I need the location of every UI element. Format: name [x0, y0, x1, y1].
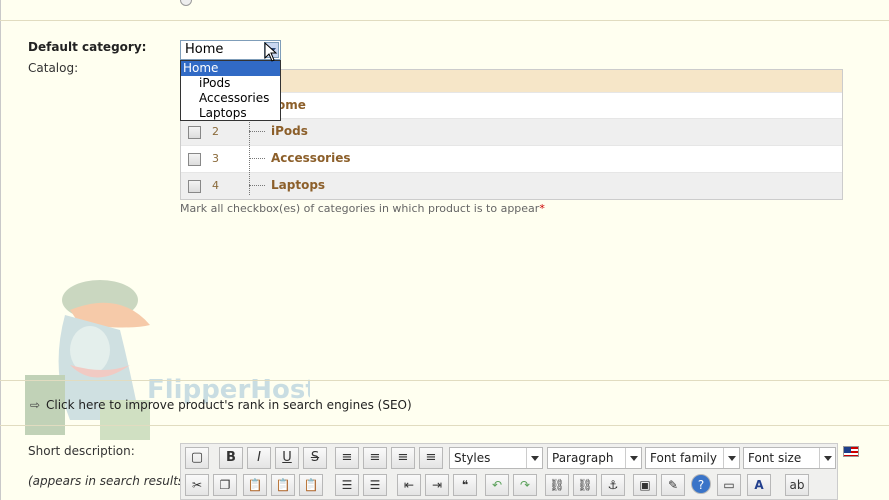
arrow-right-icon: ⇨	[30, 398, 41, 412]
underline-icon[interactable]: U	[275, 447, 299, 469]
blockquote-icon[interactable]: ❝	[453, 474, 477, 496]
bold-icon[interactable]: B	[219, 447, 243, 469]
strikethrough-icon[interactable]: S	[303, 447, 327, 469]
chevron-down-icon[interactable]	[819, 448, 835, 468]
default-category-label: Default category:	[28, 40, 147, 54]
category-id: 2	[212, 125, 219, 138]
image-icon[interactable]: ▣	[633, 474, 657, 496]
category-checkbox[interactable]	[188, 153, 201, 166]
dropdown-option-laptops[interactable]: Laptops	[181, 106, 280, 121]
new-document-icon[interactable]: ▢	[185, 447, 209, 469]
align-center-icon[interactable]: ≡	[363, 447, 387, 469]
category-name[interactable]: Laptops	[271, 178, 325, 192]
background-color-icon[interactable]: ab	[785, 474, 809, 496]
bullet-list-icon[interactable]: ☰	[335, 474, 359, 496]
category-checkbox[interactable]	[188, 180, 201, 193]
editor-toolbar: Styles Paragraph Font family Font size ▢…	[180, 443, 838, 500]
font-size-select[interactable]: Font size	[743, 447, 836, 469]
paragraph-select[interactable]: Paragraph	[547, 447, 642, 469]
category-id: 3	[212, 152, 219, 165]
text-color-icon[interactable]: A	[747, 474, 771, 496]
chevron-down-icon[interactable]	[625, 448, 641, 468]
catalog-label: Catalog:	[28, 61, 79, 75]
table-row: 3 Accessories	[181, 145, 842, 172]
unlink-icon[interactable]: ⛓	[573, 474, 597, 496]
dropdown-option-ipods[interactable]: iPods	[181, 76, 280, 91]
seo-link[interactable]: ⇨ Click here to improve product's rank in…	[30, 398, 412, 412]
align-right-icon[interactable]: ≡	[391, 447, 415, 469]
dropdown-option-accessories[interactable]: Accessories	[181, 91, 280, 106]
section-divider	[0, 425, 889, 426]
chevron-down-icon[interactable]	[526, 448, 542, 468]
tree-line	[249, 131, 265, 132]
tree-line	[249, 185, 265, 186]
cleanup-icon[interactable]: ✎	[661, 474, 685, 496]
flipperhost-watermark-logo: FlipperHost	[25, 280, 310, 440]
undo-icon[interactable]: ↶	[485, 474, 509, 496]
table-row: 4 Laptops	[181, 172, 842, 199]
copy-icon[interactable]: ❐	[213, 474, 237, 496]
table-row: 2 iPods	[181, 118, 842, 145]
section-divider	[0, 380, 889, 381]
align-justify-icon[interactable]: ≡	[419, 447, 443, 469]
paste-text-icon[interactable]: 📋	[271, 474, 295, 496]
redo-icon[interactable]: ↷	[513, 474, 537, 496]
font-family-select[interactable]: Font family	[645, 447, 740, 469]
category-name[interactable]: iPods	[271, 124, 308, 138]
numbered-list-icon[interactable]: ☰	[363, 474, 387, 496]
indent-icon[interactable]: ⇥	[425, 474, 449, 496]
anchor-icon[interactable]: ⚓	[601, 474, 625, 496]
mouse-cursor-icon	[264, 42, 278, 62]
paste-word-icon[interactable]: 📋	[299, 474, 323, 496]
section-divider	[0, 20, 889, 21]
link-icon[interactable]: ⛓	[545, 474, 569, 496]
html-source-icon[interactable]: ▭	[717, 474, 741, 496]
chevron-down-icon[interactable]	[723, 448, 739, 468]
category-id: 4	[212, 179, 219, 192]
italic-icon[interactable]: I	[247, 447, 271, 469]
paste-icon[interactable]: 📋	[243, 474, 267, 496]
styles-select[interactable]: Styles	[449, 447, 543, 469]
selected-category: Home	[185, 42, 224, 57]
category-checkbox[interactable]	[188, 126, 201, 139]
short-description-sublabel: (appears in search results)	[28, 474, 189, 488]
help-icon[interactable]: ?	[691, 474, 711, 494]
tree-line	[249, 158, 265, 159]
language-flag-icon[interactable]	[843, 446, 859, 457]
category-dropdown-list[interactable]: Home iPods Accessories Laptops	[180, 60, 281, 121]
short-description-label: Short description:	[28, 444, 135, 458]
outdent-icon[interactable]: ⇤	[397, 474, 421, 496]
category-hint: Mark all checkbox(es) of categories in w…	[180, 202, 545, 215]
cut-icon[interactable]: ✂	[185, 474, 209, 496]
category-name[interactable]: Accessories	[271, 151, 351, 165]
align-left-icon[interactable]: ≡	[335, 447, 359, 469]
required-mark: *	[539, 202, 545, 215]
